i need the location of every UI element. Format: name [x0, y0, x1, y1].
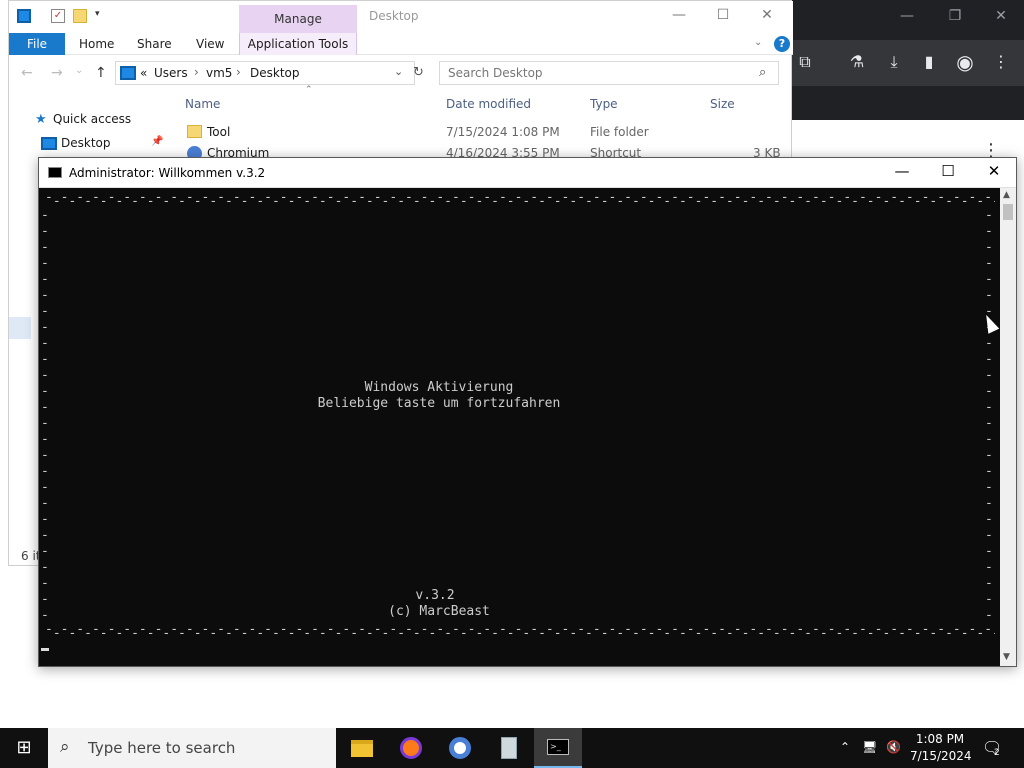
desktop-icon [41, 137, 57, 150]
column-date-modified[interactable]: Date modified [446, 97, 531, 111]
cmd-minimize-button[interactable]: — [879, 162, 925, 180]
prompt-line: Beliebige taste um fortzufahren [317, 396, 561, 411]
explorer-app-icon [17, 9, 31, 23]
address-dropdown-icon[interactable]: ⌄ [394, 65, 403, 78]
taskbar-cmd-icon[interactable]: >_ [534, 728, 582, 768]
manage-tab[interactable]: Manage [239, 5, 357, 33]
taskbar: ⊞ Type here to search ⌕ >_ ⌃ 🖥 🔇 1:08 PM… [0, 728, 1024, 768]
column-name[interactable]: Name [185, 97, 220, 111]
chrome-close-button[interactable]: ✕ [978, 8, 1024, 24]
extensions-icon[interactable]: ⧉ [792, 52, 818, 72]
taskbar-server-icon[interactable] [485, 728, 533, 768]
pin-icon[interactable]: 📌 [151, 136, 163, 147]
refresh-icon[interactable]: ↻ [413, 65, 424, 80]
nav-selected-item[interactable] [9, 317, 31, 339]
breadcrumb-separator-icon: › [194, 65, 199, 79]
start-windows-icon[interactable]: ⊞ [0, 728, 48, 768]
cmd-window: Administrator: Willkommen v.3.2 — ☐ ✕ - … [38, 157, 1017, 667]
explorer-titlebar: ✓ ▾ Manage Desktop — ☐ ✕ [9, 1, 793, 33]
breadcrumb-prefix[interactable]: « [140, 66, 147, 80]
profile-avatar-icon[interactable]: ◉ [952, 50, 978, 74]
customize-toolbar-icon[interactable]: ▾ [95, 9, 100, 19]
network-icon[interactable]: 🖥 [862, 740, 877, 754]
labs-flask-icon[interactable]: ⚗ [844, 52, 870, 71]
nav-quick-access[interactable]: Quick access [53, 112, 131, 126]
tab-share[interactable]: Share [137, 33, 172, 55]
explorer-maximize-button[interactable]: ☐ [701, 7, 745, 23]
clock-time[interactable]: 1:08 PM [910, 732, 970, 746]
scroll-thumb[interactable] [1003, 204, 1013, 220]
search-icon: ⌕ [759, 65, 767, 80]
chrome-restore-button[interactable]: ❐ [932, 8, 978, 24]
scroll-down-icon[interactable]: ▼ [1003, 652, 1010, 662]
scroll-up-icon[interactable]: ▲ [1003, 190, 1010, 200]
column-size[interactable]: Size [710, 97, 735, 111]
text-cursor [41, 648, 49, 651]
explorer-title: Desktop [369, 9, 419, 23]
cmd-title: Administrator: Willkommen v.3.2 [69, 166, 266, 180]
tray-overflow-chevron-icon[interactable]: ⌃ [840, 740, 850, 754]
explorer-close-button[interactable]: ✕ [745, 7, 789, 23]
address-bar[interactable]: « Users › vm5 › Desktop ⌄ [115, 61, 415, 85]
side-panel-icon[interactable]: ▮ [916, 52, 942, 71]
border-bottom-line: - - - - - - - - - - - - - - - - - - - - … [52, 626, 995, 641]
tab-application-tools[interactable]: Application Tools [239, 33, 357, 55]
volume-muted-icon[interactable]: 🔇 [886, 740, 901, 754]
properties-icon[interactable]: ✓ [51, 9, 65, 23]
taskbar-firefox-icon[interactable] [387, 728, 435, 768]
nav-desktop[interactable]: Desktop [61, 136, 111, 150]
notification-count: 2 [994, 748, 1000, 758]
ribbon-expand-icon[interactable]: ⌄ [754, 37, 762, 48]
file-date: 7/15/2024 1:08 PM [446, 125, 560, 139]
chrome-minimize-button[interactable]: — [884, 8, 930, 24]
recent-dropdown-icon[interactable]: ⌄ [75, 65, 83, 76]
tab-file[interactable]: File [9, 33, 65, 55]
cmd-app-icon [48, 167, 62, 178]
download-icon[interactable]: ⤓ [881, 52, 907, 72]
border-left-line: - - - - - - - - - - - - - - - - - - - - … [41, 208, 49, 623]
up-arrow-icon[interactable]: ↑ [95, 65, 107, 81]
cmd-close-button[interactable]: ✕ [971, 162, 1017, 180]
file-type: File folder [590, 125, 649, 139]
cmd-titlebar[interactable]: Administrator: Willkommen v.3.2 — ☐ ✕ [39, 158, 1016, 188]
title-line: Windows Aktivierung [364, 380, 514, 395]
desktop-location-icon [120, 66, 136, 80]
search-input[interactable]: Search Desktop [439, 61, 779, 85]
breadcrumb-vm5[interactable]: vm5 [206, 66, 232, 80]
back-arrow-icon[interactable]: ← [21, 65, 33, 81]
taskbar-file-explorer-icon[interactable] [338, 728, 386, 768]
cmd-scrollbar[interactable]: ▲ ▼ [1000, 188, 1016, 666]
explorer-minimize-button[interactable]: — [657, 7, 701, 23]
new-folder-icon[interactable] [73, 9, 87, 23]
chrome-toolbar: ⧉ ⚗ ⤓ ▮ ◉ ⋮ [792, 40, 1024, 86]
border-top-line: - - - - - - - - - - - - - - - - - - - - … [52, 194, 995, 209]
folder-icon [187, 125, 202, 138]
sort-up-icon: ⌃ [305, 85, 313, 95]
terminal-output[interactable]: - - - - - - - - - - - - - - - - - - - - … [39, 188, 1000, 666]
tab-home[interactable]: Home [79, 33, 114, 55]
table-row[interactable]: Tool 7/15/2024 1:08 PM File folder [185, 125, 785, 141]
star-icon: ★ [35, 112, 47, 127]
cmd-maximize-button[interactable]: ☐ [925, 162, 971, 180]
breadcrumb-desktop[interactable]: Desktop [250, 66, 300, 80]
search-icon: ⌕ [60, 737, 70, 757]
chrome-menu-icon[interactable]: ⋮ [988, 52, 1014, 71]
breadcrumb-users[interactable]: Users [154, 66, 188, 80]
tab-view[interactable]: View [196, 33, 224, 55]
ribbon [9, 33, 793, 55]
column-type[interactable]: Type [590, 97, 618, 111]
taskbar-search-input[interactable]: Type here to search [48, 728, 336, 768]
clock-date[interactable]: 7/15/2024 [910, 749, 972, 763]
border-right-line: - - - - - - - - - - - - - - - - - - - - … [985, 208, 993, 623]
help-icon[interactable]: ? [774, 36, 790, 52]
file-name: Tool [207, 125, 231, 139]
forward-arrow-icon[interactable]: → [51, 65, 63, 81]
copyright-line: (c) MarcBeast [388, 604, 490, 619]
breadcrumb-separator-icon: › [236, 65, 241, 79]
taskbar-chromium-icon[interactable] [436, 728, 484, 768]
version-line: v.3.2 [415, 588, 455, 603]
